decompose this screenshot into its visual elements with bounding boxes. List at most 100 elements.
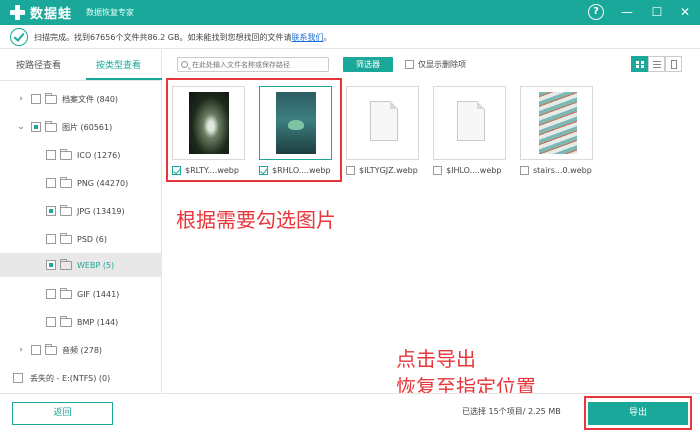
file-item-5[interactable]: stairs...0.webp <box>520 166 592 175</box>
tree-item-jpg[interactable]: JPG (13419) <box>0 199 162 223</box>
file-checkbox[interactable] <box>433 166 442 175</box>
tree-checkbox[interactable] <box>46 206 56 216</box>
tree-item-png[interactable]: PNG (44270) <box>0 171 162 195</box>
app-logo: 数据蛙 <box>9 3 72 22</box>
search-icon <box>181 61 188 68</box>
folder-icon <box>60 232 72 244</box>
title-bar: 数据蛙 数据恢复专家 ? — ☐ ✕ <box>0 0 700 25</box>
stairs-image <box>539 92 577 154</box>
file-item-3[interactable]: $ILTYGJZ.webp <box>346 166 418 175</box>
tree-item-label: JPG (13419) <box>77 206 125 216</box>
tree-checkbox[interactable] <box>46 289 56 299</box>
folder-icon <box>60 258 72 270</box>
file-checkbox[interactable] <box>520 166 529 175</box>
folder-icon <box>45 92 57 104</box>
export-hint-annotation-1: 点击导出 <box>396 347 476 371</box>
tree-item-bmp[interactable]: BMP (144) <box>0 310 162 334</box>
tree-item-webp[interactable]: WEBP (5) <box>0 253 162 277</box>
tree-item-label: 图片 (60561) <box>62 122 113 132</box>
search-input[interactable] <box>192 59 326 71</box>
filter-button[interactable]: 筛选器 <box>343 57 393 72</box>
tree-checkbox[interactable] <box>46 317 56 327</box>
logo-cross-icon <box>9 4 26 21</box>
scan-status-text: 扫描完成。找到67656个文件共86.2 GB。如未能找到您想找回的文件请联系我… <box>34 32 332 43</box>
folder-icon <box>60 148 72 160</box>
tree-checkbox[interactable] <box>13 373 23 383</box>
folder-icon <box>60 204 72 216</box>
chevron-right-icon[interactable]: › <box>16 345 26 355</box>
deleted-only-label: 仅显示删除项 <box>418 60 466 69</box>
tree-checkbox[interactable] <box>31 122 41 132</box>
tree-checkbox[interactable] <box>31 94 41 104</box>
file-name: $IHLO....webp <box>446 166 502 175</box>
folder-icon <box>45 120 57 132</box>
select-hint-annotation: 根据需要勾选图片 <box>176 208 336 232</box>
folder-icon <box>45 343 57 355</box>
tree-checkbox[interactable] <box>46 150 56 160</box>
tree-item-label: PSD (6) <box>77 234 107 244</box>
tree-item-label: WEBP (5) <box>77 260 115 270</box>
scan-status-bar: 扫描完成。找到67656个文件共86.2 GB。如未能找到您想找回的文件请联系我… <box>0 25 700 49</box>
list-view-button[interactable] <box>648 56 665 72</box>
folder-icon <box>60 315 72 327</box>
tree-checkbox[interactable] <box>46 234 56 244</box>
help-button[interactable]: ? <box>588 4 604 20</box>
export-highlight-box <box>584 396 692 430</box>
tab-by-path[interactable]: 按路径查看 <box>16 58 61 71</box>
tree-item-ico[interactable]: ICO (1276) <box>0 143 162 167</box>
tree-item-images[interactable]: ⌄ 图片 (60561) <box>0 115 162 139</box>
left-panel: 按路径查看 按类型查看 › 档案文件 (840) ⌄ 图片 (60561) IC… <box>0 50 162 393</box>
selection-summary: 已选择 15个项目/ 2.25 MB <box>462 407 561 416</box>
tree-item-audio[interactable]: › 音频 (278) <box>0 338 162 362</box>
tabs-divider <box>0 80 162 81</box>
minimize-button[interactable]: — <box>619 4 635 20</box>
grid-icon <box>636 61 644 68</box>
document-icon <box>370 101 398 141</box>
grid-view-button[interactable] <box>631 56 648 72</box>
selection-highlight-box <box>166 78 342 182</box>
tree-item-label: 音频 (278) <box>62 345 103 355</box>
view-mode-buttons <box>631 56 682 72</box>
file-checkbox[interactable] <box>346 166 355 175</box>
tree-item-lost[interactable]: 丢失的 - E:(NTFS) (0) <box>0 366 162 390</box>
tab-by-type[interactable]: 按类型查看 <box>96 58 141 71</box>
tree-item-label: ICO (1276) <box>77 150 121 160</box>
app-name: 数据蛙 <box>30 7 73 22</box>
contact-us-link[interactable]: 联系我们 <box>292 33 324 42</box>
back-button[interactable]: 返回 <box>12 402 113 425</box>
tree-checkbox[interactable] <box>31 345 41 355</box>
tree-item-gif[interactable]: GIF (1441) <box>0 282 162 306</box>
tree-item-label: PNG (44270) <box>77 178 129 188</box>
tree-item-label: BMP (144) <box>77 317 119 327</box>
app-subtitle: 数据恢复专家 <box>86 8 134 17</box>
tree-item-archive[interactable]: › 档案文件 (840) <box>0 87 162 111</box>
file-name: $ILTYGJZ.webp <box>359 166 418 175</box>
tree-item-label: GIF (1441) <box>77 289 120 299</box>
deleted-only-toggle[interactable]: 仅显示删除项 <box>405 59 466 70</box>
file-name: stairs...0.webp <box>533 166 592 175</box>
file-thumbnail-5[interactable] <box>520 86 593 160</box>
folder-icon <box>60 287 72 299</box>
document-icon <box>457 101 485 141</box>
close-button[interactable]: ✕ <box>677 4 693 20</box>
detail-icon <box>671 60 677 69</box>
tree-item-psd[interactable]: PSD (6) <box>0 227 162 251</box>
search-box[interactable] <box>177 57 329 72</box>
tree-item-label: 丢失的 - E:(NTFS) (0) <box>30 373 111 383</box>
file-thumbnail-4[interactable] <box>433 86 506 160</box>
chevron-down-icon[interactable]: ⌄ <box>16 122 26 132</box>
view-tabs: 按路径查看 按类型查看 <box>0 58 162 80</box>
file-thumbnail-3[interactable] <box>346 86 419 160</box>
maximize-button[interactable]: ☐ <box>649 4 665 20</box>
deleted-only-checkbox[interactable] <box>405 60 414 69</box>
tree-checkbox[interactable] <box>46 260 56 270</box>
check-circle-icon <box>10 28 28 46</box>
scan-status-message: 扫描完成。找到67656个文件共86.2 GB。如未能找到您想找回的文件请 <box>34 33 292 42</box>
scan-status-suffix: 。 <box>323 33 332 42</box>
file-item-4[interactable]: $IHLO....webp <box>433 166 501 175</box>
tree-checkbox[interactable] <box>46 178 56 188</box>
detail-view-button[interactable] <box>665 56 682 72</box>
tree-item-label: 档案文件 (840) <box>62 94 119 104</box>
chevron-right-icon[interactable]: › <box>16 94 26 104</box>
folder-icon <box>60 176 72 188</box>
